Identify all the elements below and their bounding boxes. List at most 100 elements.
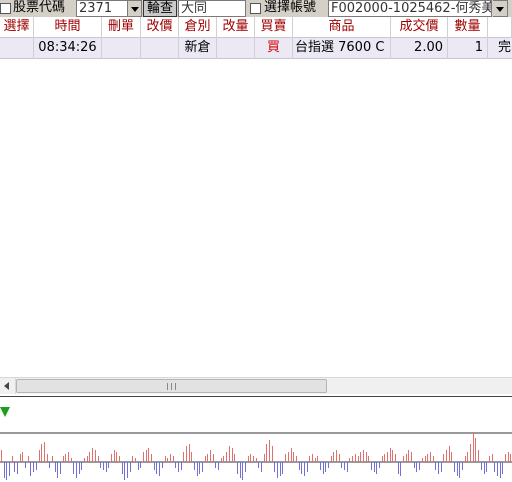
chart-bar	[178, 462, 179, 472]
chart-bar	[119, 456, 120, 462]
chart-bar	[106, 462, 107, 472]
col-price[interactable]: 成交價	[391, 17, 448, 38]
chart-bar	[127, 462, 128, 478]
col-side[interactable]: 買賣	[255, 17, 293, 38]
chart-bar	[502, 462, 503, 474]
chart-bar	[73, 462, 74, 474]
chart-bar	[6, 462, 7, 480]
chart-bar	[454, 462, 455, 472]
chart-bar	[363, 450, 364, 462]
chart-bar	[441, 462, 442, 472]
chart-bar	[122, 462, 123, 474]
cell-modify-qty[interactable]	[217, 38, 255, 59]
chart-bar	[478, 450, 479, 462]
chart-bar	[500, 462, 501, 478]
chart-bar	[390, 448, 391, 462]
chart-bar	[95, 450, 96, 462]
col-product[interactable]: 商品	[293, 17, 391, 38]
chart-bar	[240, 462, 241, 478]
chart-bar	[146, 450, 147, 462]
chart-bar	[162, 462, 163, 468]
chart-bar	[57, 462, 58, 478]
query-button[interactable]: 輪查	[143, 0, 177, 17]
scrollbar-thumb[interactable]	[16, 379, 327, 393]
chart-bar	[199, 462, 200, 474]
marker-triangle-icon	[0, 407, 10, 417]
chart-bar	[341, 462, 342, 468]
chart-bar	[446, 450, 447, 462]
chart-bar	[234, 454, 235, 462]
col-status[interactable]	[488, 17, 512, 38]
stock-code-input[interactable]: 2371	[76, 0, 128, 17]
account-dropdown-icon[interactable]	[493, 0, 508, 17]
chart-bar	[167, 458, 168, 462]
chart-bar	[333, 452, 334, 462]
chart-bar	[191, 452, 192, 462]
stock-code-dropdown-icon[interactable]	[128, 0, 142, 17]
chart-bar	[422, 458, 423, 462]
col-qty[interactable]: 數量	[448, 17, 488, 38]
stock-code-checkbox[interactable]	[0, 3, 11, 14]
col-select[interactable]: 選擇	[0, 17, 34, 38]
cell-select[interactable]	[0, 38, 34, 59]
horizontal-scrollbar[interactable]	[0, 377, 512, 394]
chart-bar	[22, 452, 23, 462]
chart-bar	[481, 462, 482, 470]
chart-bar	[89, 452, 90, 462]
chart-bar	[355, 454, 356, 462]
chart-bar	[489, 456, 490, 462]
chart-bar	[52, 456, 53, 462]
chart-bar	[379, 462, 380, 468]
chart-bar	[183, 452, 184, 462]
chart-bar	[296, 456, 297, 462]
col-modify-qty[interactable]: 改量	[217, 17, 255, 38]
chart-bar	[205, 456, 206, 462]
chart-bar	[81, 462, 82, 470]
cell-price: 2.00	[391, 38, 448, 59]
chart-bar	[41, 444, 42, 462]
cell-modify-price[interactable]	[141, 38, 179, 59]
chart-bar	[277, 462, 278, 478]
chart-bar	[264, 454, 265, 462]
chart-bar	[197, 462, 198, 476]
chart-bar	[344, 462, 345, 470]
mini-chart	[0, 396, 512, 482]
chart-bar	[371, 462, 372, 470]
chart-bar	[124, 462, 125, 480]
chart-bar	[398, 462, 399, 474]
chart-bar	[175, 462, 176, 468]
chart-bar	[98, 456, 99, 462]
col-delete[interactable]: 刪單	[102, 17, 141, 38]
chart-bar	[320, 462, 321, 470]
stock-code-label: 股票代碼	[13, 0, 66, 15]
chart-bar	[288, 452, 289, 462]
chart-bar	[100, 462, 101, 468]
chart-bar	[465, 456, 466, 462]
grid-empty-area	[0, 60, 512, 376]
cell-delete[interactable]	[102, 38, 141, 59]
account-select[interactable]: F002000-1025462-何秀美	[328, 0, 492, 17]
table-row[interactable]: 08:34:26 新倉 買 台指選 7600 C 2.00 1 完	[0, 38, 512, 59]
chart-bar	[497, 462, 498, 476]
chart-bar	[435, 462, 436, 470]
chart-bar	[248, 456, 249, 462]
grip-icon	[167, 383, 176, 390]
col-modify-price[interactable]: 改價	[141, 17, 179, 38]
chart-bar	[17, 462, 18, 474]
scroll-left-arrow-icon[interactable]	[0, 378, 16, 394]
chart-bar	[449, 446, 450, 462]
chart-bar	[336, 450, 337, 462]
chart-bar	[486, 462, 487, 472]
cell-time: 08:34:26	[34, 38, 102, 59]
chart-bar	[309, 456, 310, 462]
chart-bar	[63, 456, 64, 462]
chart-bar	[135, 458, 136, 462]
chart-bar	[484, 462, 485, 474]
chart-bar	[293, 452, 294, 462]
chart-bar	[261, 462, 262, 472]
chart-bar	[349, 458, 350, 462]
col-time[interactable]: 時間	[34, 17, 102, 38]
select-account-checkbox[interactable]	[250, 3, 261, 14]
col-position[interactable]: 倉別	[179, 17, 217, 38]
chart-bar	[65, 454, 66, 462]
